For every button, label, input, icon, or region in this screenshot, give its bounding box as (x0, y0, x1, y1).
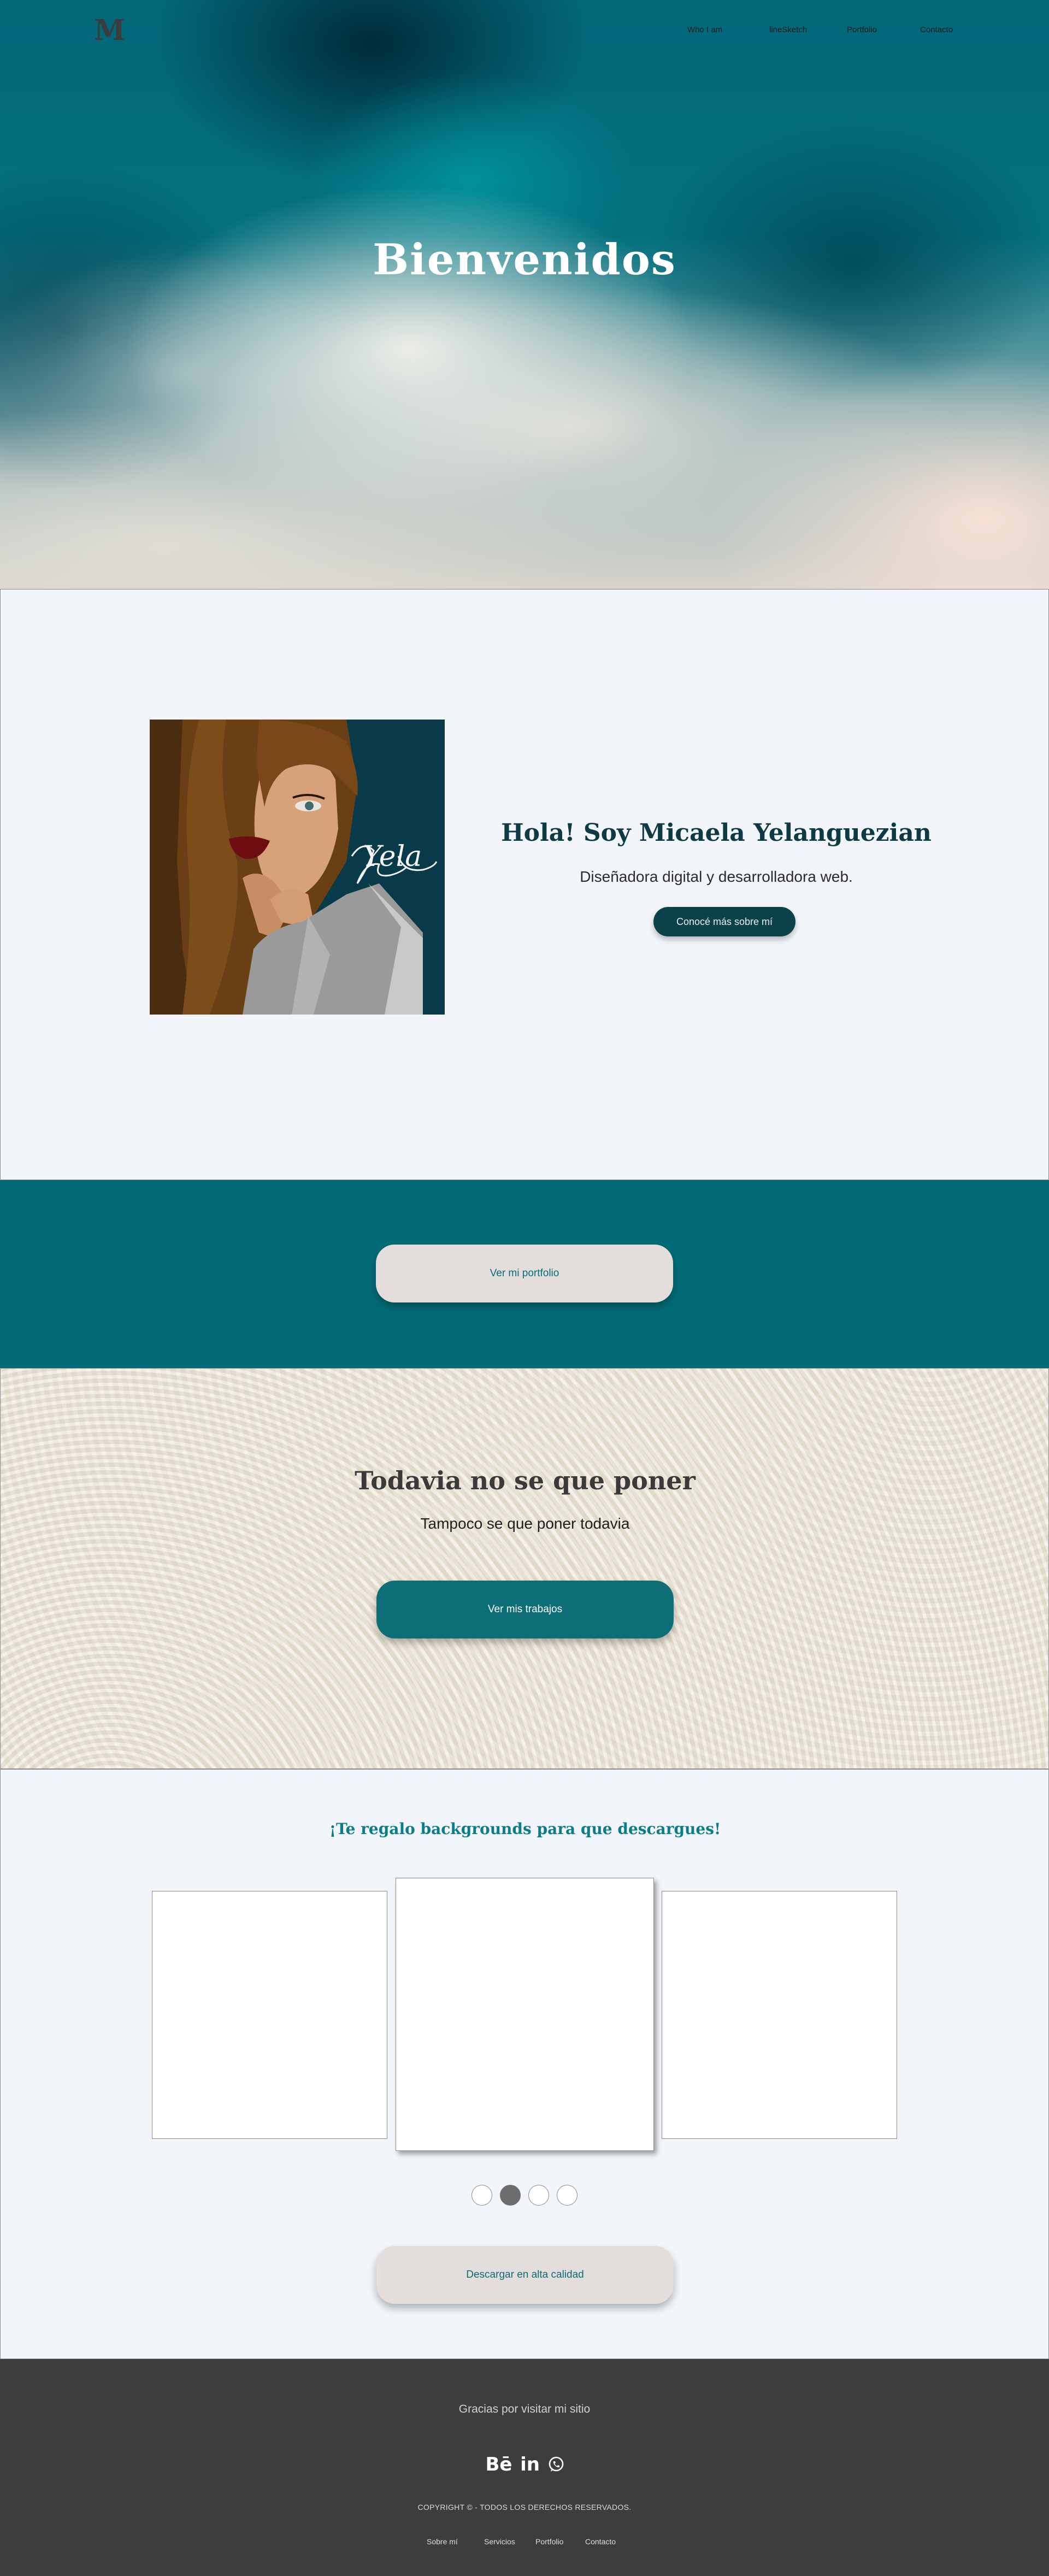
nav-link-contacto[interactable]: Contacto (920, 25, 953, 34)
carousel-card-prev[interactable] (152, 1891, 387, 2139)
footer-link-contacto[interactable]: Contacto (585, 2537, 616, 2546)
view-portfolio-button[interactable]: Ver mi portfolio (376, 1245, 673, 1302)
backgrounds-title: ¡Te regalo backgrounds para que descargu… (329, 1820, 721, 1838)
carousel-card-active[interactable] (396, 1878, 654, 2151)
carousel-dot-2[interactable] (500, 2185, 521, 2206)
carousel-dot-4[interactable] (557, 2185, 577, 2206)
footer-link-portfolio[interactable]: Portfolio (535, 2537, 563, 2546)
copyright-text: COPYRIGHT © - TODOS LOS DERECHOS RESERVA… (417, 2503, 632, 2512)
portfolio-band: Ver mi portfolio (0, 1180, 1049, 1368)
works-title: Todavia no se que poner (355, 1466, 696, 1495)
carousel-dot-1[interactable] (472, 2185, 492, 2206)
nav-link-portfolio[interactable]: Portfolio (847, 25, 877, 34)
carousel-dot-3[interactable] (528, 2185, 549, 2206)
footer-thanks: Gracias por visitar mi sitio (458, 2403, 591, 2415)
linkedin-icon[interactable]: in (519, 2451, 541, 2478)
signature-text: Yela (363, 840, 422, 873)
social-links: Bē in (481, 2451, 568, 2478)
behance-icon[interactable]: Bē (484, 2451, 514, 2478)
backgrounds-section: ¡Te regalo backgrounds para que descargu… (0, 1769, 1049, 2359)
portrait-illustration: Yela (150, 720, 445, 1015)
carousel-card-next[interactable] (662, 1891, 897, 2139)
know-more-button[interactable]: Conocé más sobre mí (653, 907, 795, 936)
whatsapp-icon[interactable] (545, 2451, 567, 2478)
about-title: Hola! Soy Micaela Yelanguezian (501, 819, 932, 847)
works-section: Todavia no se que poner Tampoco se que p… (0, 1368, 1049, 1769)
carousel-dots (1, 2185, 1049, 2207)
footer-link-sobre-mi[interactable]: Sobre mí (427, 2537, 458, 2546)
about-subtitle: Diseñadora digital y desarrolladora web. (580, 868, 853, 885)
download-hq-button[interactable]: Descargar en alta calidad (376, 2246, 674, 2304)
view-works-button[interactable]: Ver mis trabajos (376, 1581, 674, 1638)
works-subtitle: Tampoco se que poner todavia (420, 1515, 630, 1532)
site-footer: Gracias por visitar mi sitio Bē in COPYR… (0, 2359, 1049, 2576)
hero-section: M Who I am lineSketch Portfolio Contacto… (0, 0, 1049, 590)
hero-title: Bienvenidos (373, 235, 676, 285)
nav-link-linesketch[interactable]: lineSketch (769, 25, 807, 34)
nav-link-who-i-am[interactable]: Who I am (687, 25, 722, 34)
main-nav: Who I am lineSketch Portfolio Contacto (0, 25, 1049, 38)
footer-link-servicios[interactable]: Servicios (484, 2537, 515, 2546)
footer-nav: Sobre mí Servicios Portfolio Contacto (0, 2537, 1049, 2549)
about-section: Yela Hola! Soy Micaela Yelanguezian Dise… (0, 589, 1049, 1180)
